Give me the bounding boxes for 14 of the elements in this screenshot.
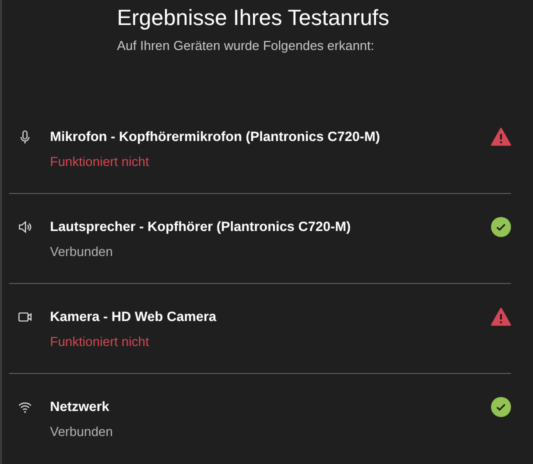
device-status: Funktioniert nicht [50,333,150,351]
device-status: Verbunden [50,423,114,441]
device-status: Verbunden [50,243,114,261]
speaker-icon [18,220,32,234]
device-name: Kamera - HD Web Camera [50,308,218,326]
microphone-icon [18,130,32,144]
dialog-title: Ergebnisse Ihres Testanrufs [117,4,390,32]
video-camera-icon [18,310,32,324]
device-name: Mikrofon - Kopfhörermikrofon (Plantronics C720-M) [50,128,382,146]
wifi-icon [18,400,32,414]
device-status: Funktioniert nicht [50,153,150,171]
device-name: Lautsprecher - Kopfhörer (Plantronics C720-M) [50,218,352,236]
dialog-subtitle: Auf Ihren Geräten wurde Folgendes erkannt: [117,37,376,55]
device-name: Netzwerk [50,398,110,416]
